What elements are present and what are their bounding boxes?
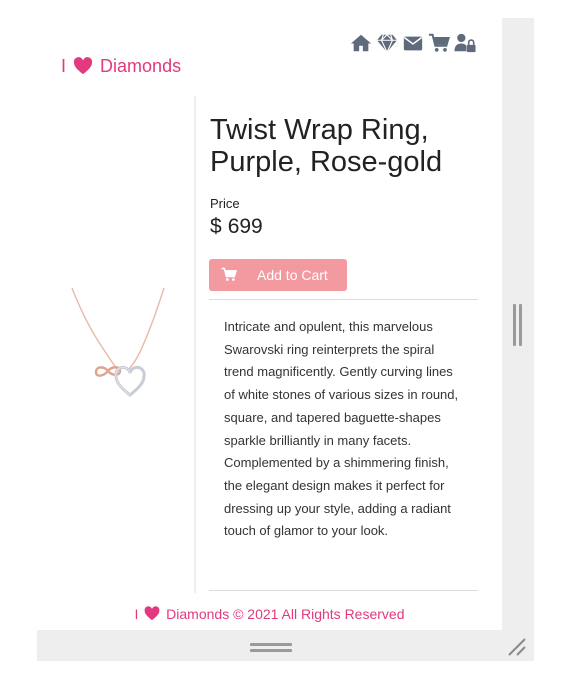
vertical-resize-handle[interactable]	[513, 304, 522, 346]
add-to-cart-label: Add to Cart	[257, 267, 328, 283]
add-to-cart-button[interactable]: Add to Cart	[209, 259, 347, 291]
description-divider-top	[209, 299, 478, 300]
heart-icon	[144, 606, 160, 621]
product-description: Intricate and opulent, this marvelous Sw…	[224, 319, 459, 539]
footer-text: Diamonds © 2021 All Rights Reserved	[166, 606, 405, 622]
brand-name: Diamonds	[100, 56, 182, 76]
brand-logo[interactable]: I Diamonds	[61, 56, 181, 77]
resize-corner-icon[interactable]	[506, 636, 528, 658]
heart-icon	[73, 57, 93, 75]
product-image	[71, 287, 165, 397]
price-amount: 699	[227, 215, 263, 238]
brand-prefix: I	[61, 56, 67, 76]
top-nav	[350, 32, 476, 54]
description-divider-bottom	[209, 590, 478, 591]
diamond-icon[interactable]	[376, 32, 398, 54]
envelope-icon[interactable]	[402, 32, 424, 54]
column-divider	[194, 96, 196, 593]
currency-symbol: $	[210, 215, 222, 238]
product-title: Twist Wrap Ring, Purple, Rose-gold	[210, 114, 443, 178]
footer-prefix: I	[134, 606, 139, 622]
shopping-cart-icon[interactable]	[428, 32, 450, 54]
shopping-cart-icon	[221, 267, 237, 281]
footer: I Diamonds © 2021 All Rights Reserved	[37, 606, 502, 622]
home-icon[interactable]	[350, 32, 372, 54]
price-value: $699	[210, 215, 263, 239]
price-label: Price	[210, 196, 240, 211]
product-page: I Diamonds Twist Wrap Ring, Purple, Rose…	[37, 18, 502, 630]
horizontal-resize-handle[interactable]	[250, 643, 292, 652]
user-lock-icon[interactable]	[454, 32, 476, 54]
